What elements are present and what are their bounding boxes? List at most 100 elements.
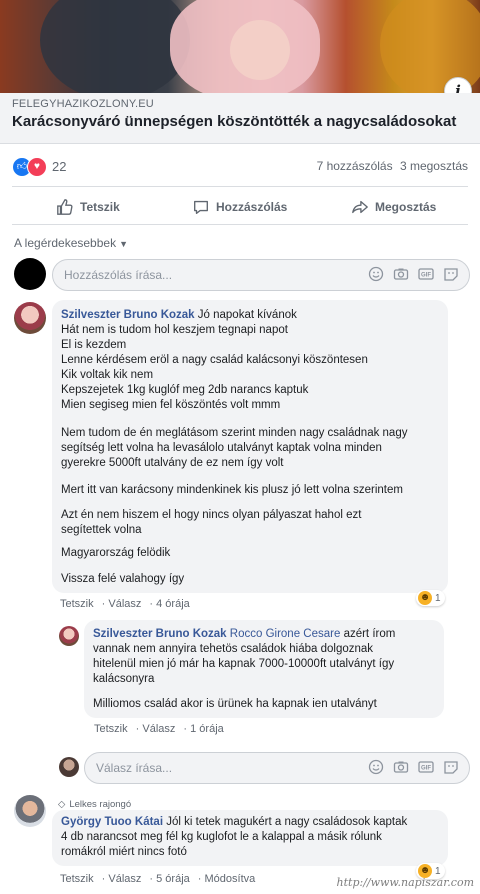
sticker-icon[interactable] bbox=[443, 266, 459, 282]
gif-icon[interactable]: GIF bbox=[418, 266, 434, 282]
comment-timestamp[interactable]: 1 órája bbox=[190, 723, 224, 735]
comment-label: Hozzászólás bbox=[216, 200, 288, 214]
comment-button[interactable]: Hozzászólás bbox=[192, 198, 287, 216]
comment-text: Jó napokat kívánok bbox=[197, 309, 297, 321]
comment-line: 4 db narancsot meg fél kg kuglofot le a … bbox=[61, 831, 382, 843]
comment-reply-link[interactable]: Válasz bbox=[142, 723, 175, 735]
comment-line: El is kezdem bbox=[61, 339, 127, 351]
comment-line: Vissza felé valahogy így bbox=[61, 573, 185, 585]
comment-paragraph: Vissza felé valahogy így bbox=[61, 572, 446, 587]
comment-line: Hát nem is tudom hol keszjem tegnapi nap… bbox=[61, 324, 288, 336]
comments-count-link[interactable]: 7 hozzászólás bbox=[317, 159, 393, 173]
camera-icon[interactable] bbox=[393, 759, 409, 775]
comment-icon bbox=[194, 200, 208, 214]
comment-line: hitelenül mien jó már ha kapnak 7000-100… bbox=[93, 658, 395, 670]
comment-paragraph: Azt én nem hiszem el hogy nincs olyan pá… bbox=[61, 508, 446, 538]
link-preview[interactable]: FELEGYHAZIKOZLONY.EU Karácsonyváró ünnep… bbox=[0, 93, 480, 144]
svg-text:GIF: GIF bbox=[421, 766, 431, 772]
comment-bubble: Szilveszter Bruno Kozak Jó napokat kíván… bbox=[52, 300, 448, 593]
reply-bubble: Szilveszter Bruno Kozak Rocco Girone Ces… bbox=[84, 620, 444, 718]
comment-reaction-count: 1 bbox=[435, 865, 441, 877]
svg-text:GIF: GIF bbox=[421, 273, 431, 279]
comment-paragraph: Magyarország felödik bbox=[61, 546, 446, 561]
love-reaction-icon: ♥ bbox=[27, 157, 47, 177]
comment-line: Nem tudom de én meglátásom szerint minde… bbox=[61, 427, 408, 439]
edited-label[interactable]: Módosítva bbox=[205, 873, 256, 885]
comment-paragraph: Nem tudom de én meglátásom szerint minde… bbox=[61, 426, 446, 471]
reaction-count: 22 bbox=[52, 159, 67, 174]
avatar[interactable] bbox=[14, 795, 46, 827]
comment-reaction-count: 1 bbox=[435, 592, 441, 604]
composer-placeholder: Válasz írása... bbox=[96, 761, 173, 775]
camera-icon[interactable] bbox=[393, 266, 409, 282]
comment-text: Jól ki tetek magukért a nagy családosok … bbox=[166, 816, 408, 828]
divider bbox=[12, 224, 468, 225]
thumbs-up-icon bbox=[57, 199, 73, 215]
reply-composer[interactable]: Válasz írása... GIF bbox=[84, 752, 470, 784]
gif-icon[interactable]: GIF bbox=[418, 759, 434, 775]
share-button[interactable]: Megosztás bbox=[351, 198, 436, 216]
comment-actions: Tetszik · Válasz · 4 órája bbox=[60, 598, 190, 610]
fan-badge-label: Lelkes rajongó bbox=[69, 799, 132, 810]
comment-composer[interactable]: Hozzászólás írása... GIF bbox=[52, 259, 470, 291]
composer-tools: GIF bbox=[368, 759, 459, 775]
share-icon bbox=[352, 200, 368, 214]
sticker-icon[interactable] bbox=[443, 759, 459, 775]
avatar[interactable] bbox=[59, 626, 79, 646]
sort-dropdown[interactable]: A legérdekesebbek ▼ bbox=[14, 236, 128, 250]
composer-placeholder: Hozzászólás írása... bbox=[64, 268, 173, 282]
link-title[interactable]: Karácsonyváró ünnepségen köszöntötték a … bbox=[12, 113, 456, 130]
article-thumbnail[interactable] bbox=[0, 0, 480, 93]
comment-line: Mien segiseg mien fel köszöntés volt mmm bbox=[61, 399, 281, 411]
comment-line: Lenne kérdésem eröl a nagy család kalács… bbox=[61, 354, 368, 366]
avatar[interactable] bbox=[14, 302, 46, 334]
comment-like-link[interactable]: Tetszik bbox=[60, 598, 94, 610]
comment-reaction[interactable]: ☻ 1 bbox=[416, 590, 445, 606]
fan-badge[interactable]: ◇ Lelkes rajongó bbox=[58, 799, 131, 810]
reply-body: Szilveszter Bruno Kozak Rocco Girone Ces… bbox=[93, 627, 438, 687]
comment-line: Azt én nem hiszem el hogy nincs olyan pá… bbox=[61, 509, 362, 521]
watermark: http://www.napiszar.com bbox=[336, 876, 474, 889]
comment-line: segítettek volna bbox=[61, 524, 142, 536]
comment-line: gyerekre 5000ft utalvány de ez nem így v… bbox=[61, 457, 284, 469]
comment-line: Magyarország felödik bbox=[61, 547, 171, 559]
comment-line: Milliomos család akor is ürünek ha kapna… bbox=[93, 698, 377, 710]
share-label: Megosztás bbox=[375, 200, 437, 214]
comment-bubble: György Tuoo Kátai Jól ki tetek magukért … bbox=[52, 810, 448, 866]
comment-author-link[interactable]: Szilveszter Bruno Kozak bbox=[61, 309, 195, 321]
comment-line: Mert itt van karácsony mindenkinek kis p… bbox=[61, 484, 403, 496]
comment-line: vannak nem annyira tehetös családok hiáb… bbox=[93, 643, 374, 655]
comment-line: romákról miért nincs fotó bbox=[61, 846, 187, 858]
comment-actions: Tetszik · Válasz · 5 órája · Módosítva bbox=[60, 873, 256, 885]
post-stats: 7 hozzászólás 3 megosztás bbox=[313, 159, 468, 173]
like-button[interactable]: Tetszik bbox=[56, 198, 120, 216]
comment-paragraph: Mert itt van karácsony mindenkinek kis p… bbox=[61, 483, 446, 498]
comment-like-link[interactable]: Tetszik bbox=[94, 723, 128, 735]
comment-author-link[interactable]: György Tuoo Kátai bbox=[61, 816, 163, 828]
comment-author-link[interactable]: Szilveszter Bruno Kozak bbox=[93, 628, 227, 640]
comment-reply-link[interactable]: Válasz bbox=[108, 598, 141, 610]
like-label: Tetszik bbox=[80, 200, 120, 214]
emoji-icon[interactable] bbox=[368, 759, 384, 775]
comment-line: segítség lett volna ha levasálolo utalvá… bbox=[61, 442, 382, 454]
tagged-user-link[interactable]: Rocco Girone Cesare bbox=[230, 628, 341, 640]
comment-timestamp[interactable]: 5 órája bbox=[156, 873, 190, 885]
wow-reaction-icon: ☻ bbox=[418, 591, 432, 605]
comment-reply-link[interactable]: Válasz bbox=[108, 873, 141, 885]
photo-region bbox=[40, 0, 190, 93]
link-domain: FELEGYHAZIKOZLONY.EU bbox=[12, 98, 154, 110]
divider bbox=[12, 186, 468, 187]
comment-like-link[interactable]: Tetszik bbox=[60, 873, 94, 885]
caret-down-icon: ▼ bbox=[119, 239, 128, 249]
comment-line: Kik voltak kik nem bbox=[61, 369, 154, 381]
shares-count-link[interactable]: 3 megosztás bbox=[400, 159, 468, 173]
emoji-icon[interactable] bbox=[368, 266, 384, 282]
avatar[interactable] bbox=[14, 258, 46, 290]
comment-line: kalácsonyra bbox=[93, 673, 155, 685]
diamond-icon: ◇ bbox=[58, 799, 66, 810]
sort-label: A legérdekesebbek bbox=[14, 236, 117, 250]
reply-paragraph: Milliomos család akor is ürünek ha kapna… bbox=[93, 697, 438, 712]
comment-timestamp[interactable]: 4 órája bbox=[156, 598, 190, 610]
avatar[interactable] bbox=[59, 757, 79, 777]
comment-body: Szilveszter Bruno Kozak Jó napokat kíván… bbox=[61, 308, 441, 323]
